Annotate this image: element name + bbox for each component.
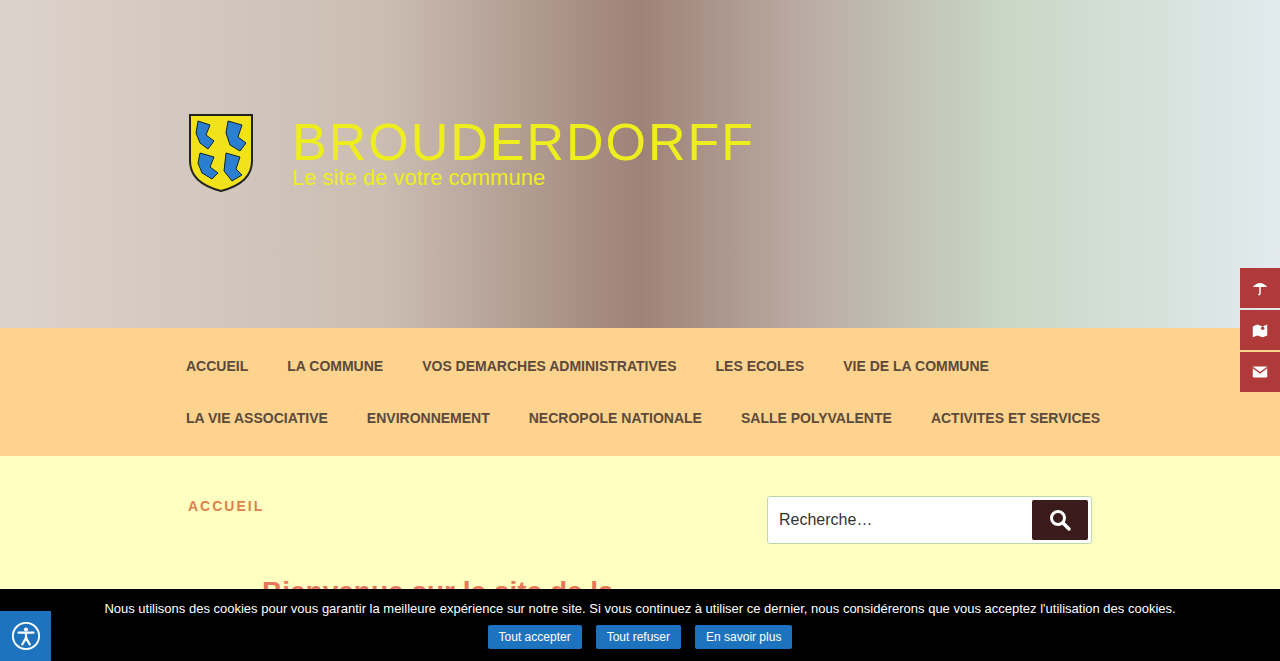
page: BROUDERDORFFLe site de votre commune ACCU… [0,0,1280,661]
search-input[interactable] [771,511,1032,529]
menu-item[interactable]: LA VIE ASSOCIATIVE [186,392,328,444]
search-form [767,496,1092,544]
header: BROUDERDORFFLe site de votre commune [0,0,1280,328]
menu-item[interactable]: LES ECOLES [716,340,805,392]
map-button[interactable] [1240,310,1280,350]
map-icon [1251,321,1269,339]
site-title[interactable]: BROUDERDORFF [292,116,755,168]
menu-item[interactable]: LA COMMUNE [287,340,383,392]
mail-icon [1251,363,1269,381]
coat-of-arms-icon[interactable] [188,113,254,193]
search-button[interactable] [1032,500,1088,540]
menu-item[interactable]: ENVIRONNEMENT [367,392,490,444]
menu-item[interactable]: VOS DEMARCHES ADMINISTRATIVES [422,340,676,392]
menu-item[interactable]: SALLE POLYVALENTE [741,392,892,444]
umbrella-icon [1251,279,1269,297]
cookie-banner: Nous utilisons des cookies pour vous gar… [0,589,1280,661]
cookie-button[interactable]: Tout accepter [488,625,582,649]
menu-item[interactable]: ACCUEIL [186,340,248,392]
side-buttons [1240,268,1280,392]
brand[interactable]: BROUDERDORFFLe site de votre commune [0,113,755,193]
menu-item[interactable]: VIE DE LA COMMUNE [843,340,989,392]
accessibility-icon [11,621,41,651]
mail-button[interactable] [1240,352,1280,392]
search-icon [1048,508,1072,532]
cookie-message: Nous utilisons des cookies pour vous gar… [104,601,1175,616]
main-menu: ACCUEIL LA COMMUNE VOS DEMARCHES ADMINISTR… [0,328,1280,456]
menu-item[interactable]: ACTIVITES ET SERVICES [931,392,1100,444]
breadcrumb[interactable]: ACCUEIL [188,498,264,514]
cookie-button[interactable]: En savoir plus [695,625,792,649]
content: ACCUEILBienvenue sur le site de la [0,456,1280,608]
accessibility-button[interactable] [0,611,51,661]
site-tagline: Le site de votre commune [292,166,755,190]
alert-button[interactable] [1240,268,1280,308]
cookie-button[interactable]: Tout refuser [596,625,681,649]
menu-item[interactable]: NECROPOLE NATIONALE [529,392,702,444]
